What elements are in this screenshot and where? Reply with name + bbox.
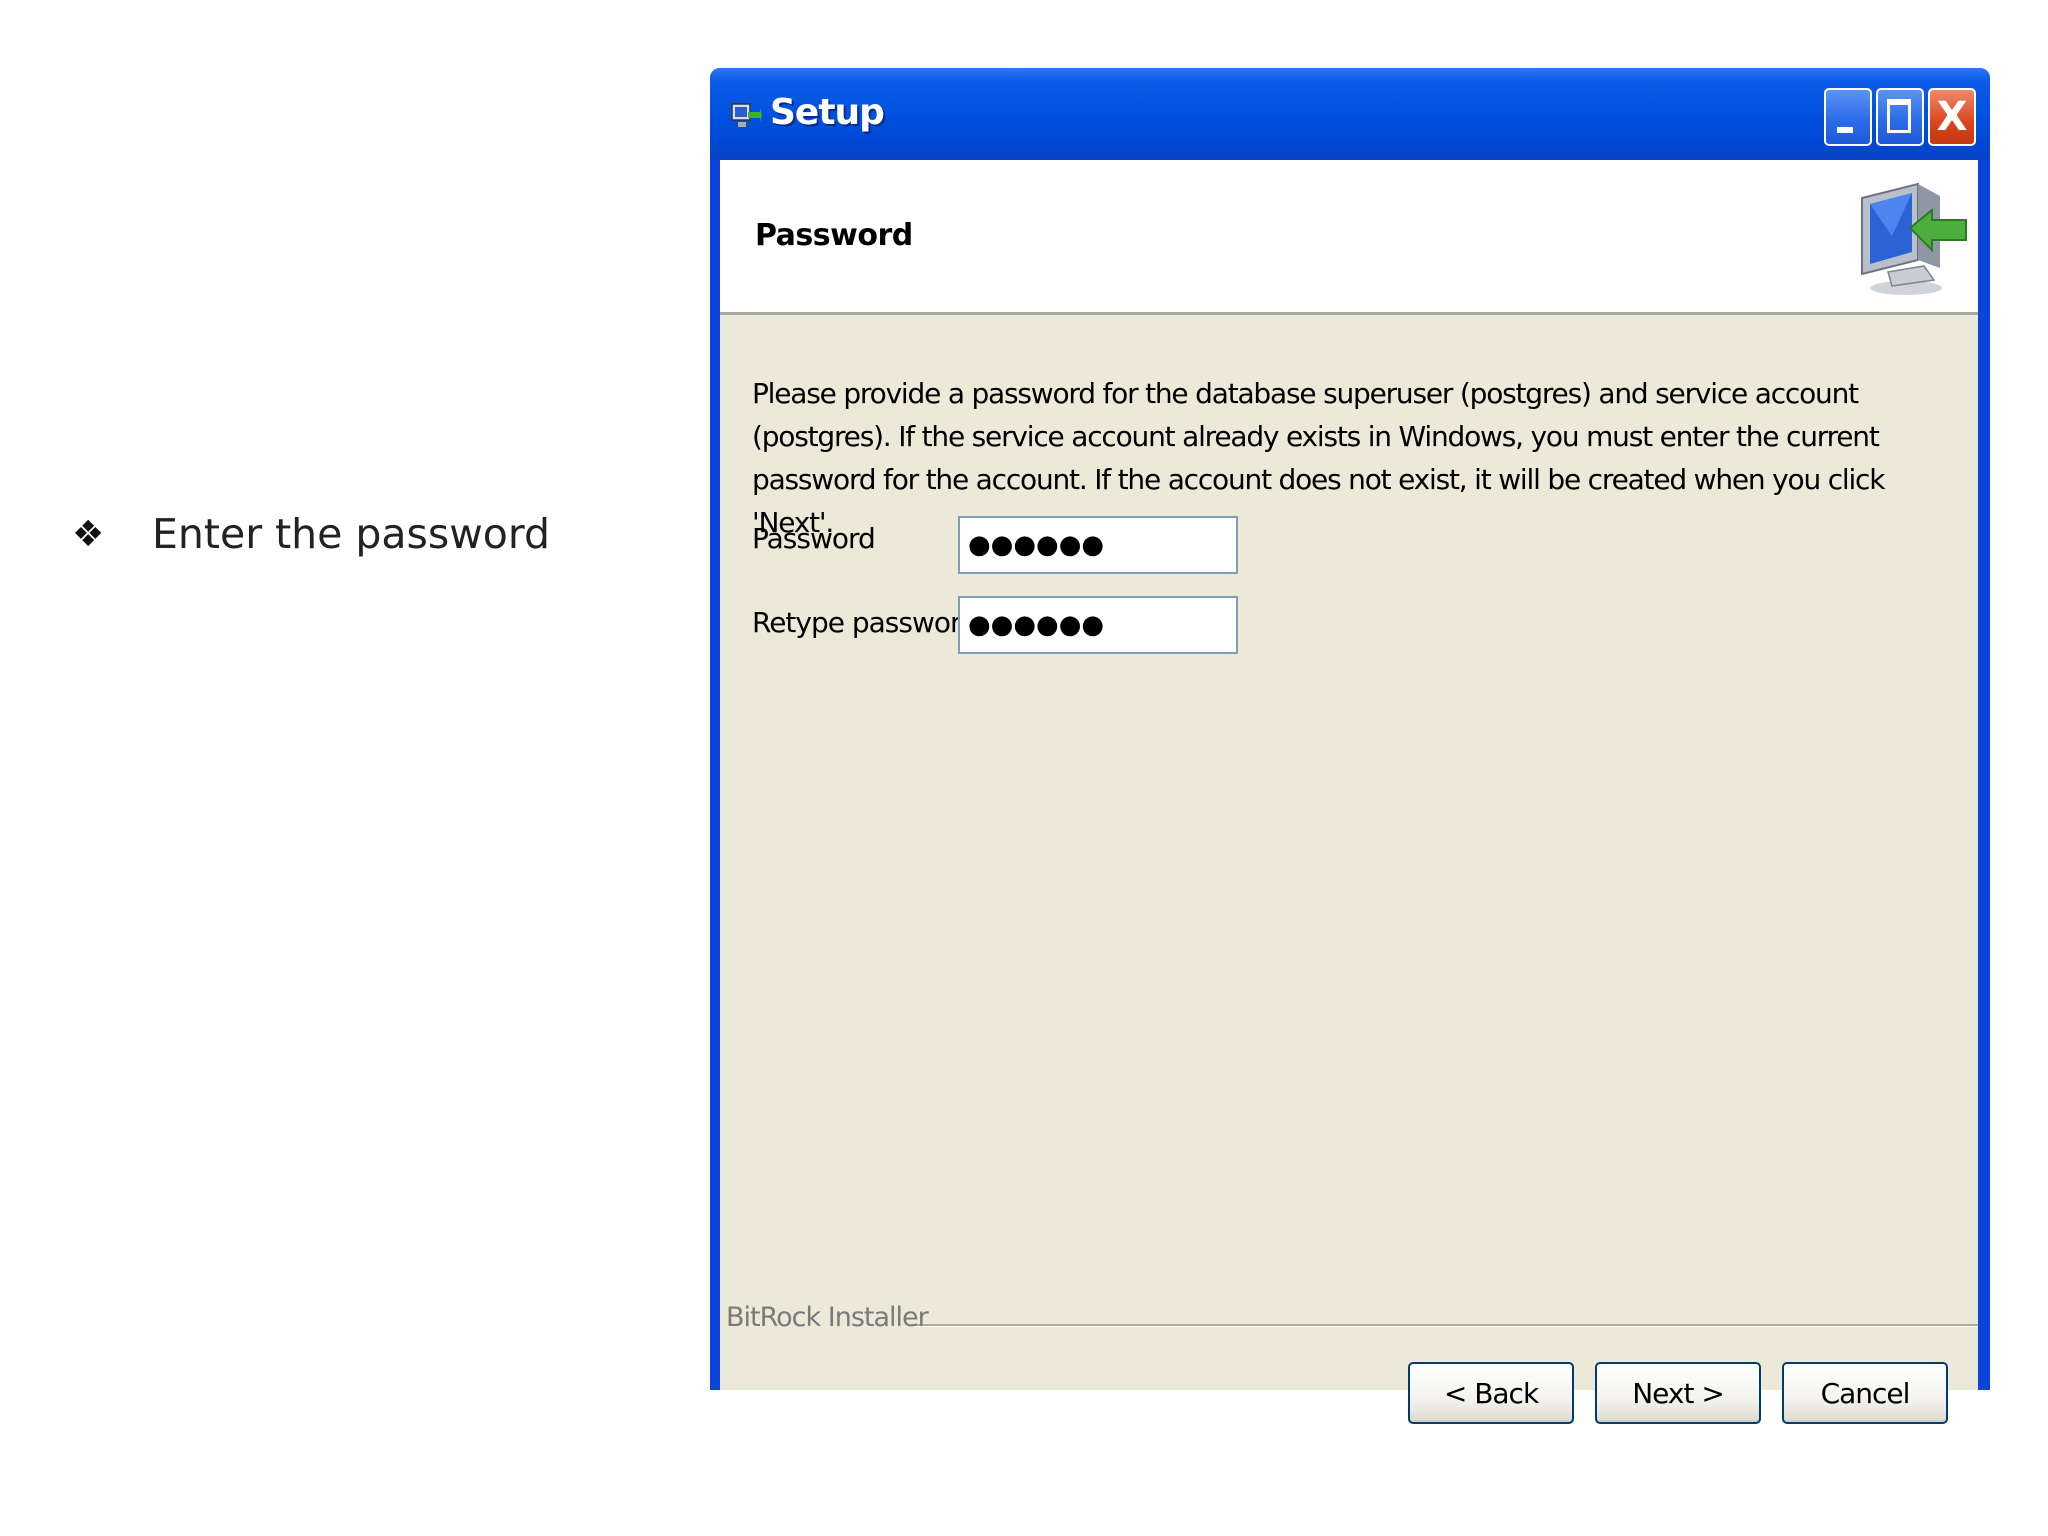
wizard-header: Password bbox=[720, 160, 1978, 315]
minimize-button[interactable] bbox=[1824, 88, 1872, 146]
retype-password-input[interactable] bbox=[958, 596, 1238, 654]
retype-password-label: Retype password bbox=[752, 606, 978, 639]
setup-window: Setup X Password Please provide a passwo… bbox=[710, 68, 1990, 1424]
slide-page: ❖ Enter the password Setup X Password Pl… bbox=[0, 0, 2048, 1536]
title-bar[interactable]: Setup X bbox=[710, 68, 1990, 160]
close-button[interactable]: X bbox=[1928, 88, 1976, 146]
back-button[interactable]: < Back bbox=[1408, 1362, 1574, 1424]
setup-installer-icon bbox=[731, 103, 762, 127]
maximize-icon bbox=[1887, 99, 1911, 133]
close-icon: X bbox=[1936, 94, 1968, 140]
password-input[interactable] bbox=[958, 516, 1238, 574]
minimize-icon bbox=[1837, 127, 1853, 133]
bullet-item: ❖ Enter the password bbox=[72, 510, 550, 558]
bullet-diamond-icon: ❖ bbox=[72, 513, 105, 555]
computer-install-icon bbox=[1861, 182, 1967, 295]
password-label: Password bbox=[752, 522, 876, 555]
maximize-button[interactable] bbox=[1876, 88, 1924, 146]
page-description: Please provide a password for the databa… bbox=[752, 377, 1885, 539]
window-title: Setup bbox=[770, 92, 885, 133]
wizard-client-area: Password Please provide a password for t… bbox=[720, 160, 1978, 1424]
installer-brand-label: BitRock Installer bbox=[726, 1302, 929, 1333]
page-title: Password bbox=[755, 218, 913, 253]
next-button[interactable]: Next > bbox=[1595, 1362, 1761, 1424]
bullet-text: Enter the password bbox=[152, 510, 551, 558]
cancel-button[interactable]: Cancel bbox=[1782, 1362, 1948, 1424]
footer-divider bbox=[910, 1324, 1978, 1327]
